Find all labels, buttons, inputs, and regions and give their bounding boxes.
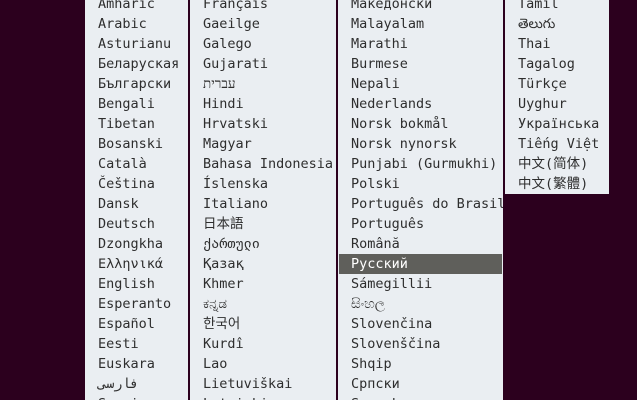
language-option[interactable]: Slovenščina: [338, 334, 503, 354]
language-option[interactable]: Suomi: [85, 394, 188, 400]
language-option[interactable]: فارسی: [85, 374, 188, 394]
language-option[interactable]: 中文(繁體): [505, 174, 609, 194]
language-option[interactable]: Български: [85, 74, 188, 94]
language-option[interactable]: Deutsch: [85, 214, 188, 234]
language-option[interactable]: Burmese: [338, 54, 503, 74]
language-option[interactable]: Galego: [190, 34, 336, 54]
language-option[interactable]: Қазақ: [190, 254, 336, 274]
language-option[interactable]: 日本語: [190, 214, 336, 234]
language-option[interactable]: עברית: [190, 74, 336, 94]
language-option[interactable]: Norsk bokmål: [338, 114, 503, 134]
language-option[interactable]: Bahasa Indonesia: [190, 154, 336, 174]
language-option[interactable]: Hindi: [190, 94, 336, 114]
language-option[interactable]: Magyar: [190, 134, 336, 154]
language-option[interactable]: Nederlands: [338, 94, 503, 114]
language-option[interactable]: Gaeilge: [190, 14, 336, 34]
language-option[interactable]: Português: [338, 214, 503, 234]
language-option[interactable]: Lietuviškai: [190, 374, 336, 394]
language-option[interactable]: Marathi: [338, 34, 503, 54]
language-option[interactable]: Arabic: [85, 14, 188, 34]
language-option[interactable]: Nepali: [338, 74, 503, 94]
language-option[interactable]: Türkçe: [505, 74, 609, 94]
language-option[interactable]: ಕನ್ನಡ: [190, 294, 336, 314]
language-list-2: Français Gaeilge Galego Gujarati עברית Hindi H…: [190, 0, 336, 400]
language-option[interactable]: Dzongkha: [85, 234, 188, 254]
language-option[interactable]: Lao: [190, 354, 336, 374]
language-option[interactable]: Français: [190, 0, 336, 14]
language-option[interactable]: Tibetan: [85, 114, 188, 134]
language-option[interactable]: Português do Brasil: [338, 194, 503, 214]
language-option[interactable]: English: [85, 274, 188, 294]
language-option[interactable]: Bengali: [85, 94, 188, 114]
language-column-3: Македонски Malayalam Marathi Burmese Nepali N…: [338, 0, 503, 400]
language-option[interactable]: සිංහල: [338, 294, 503, 314]
language-option[interactable]: Kurdî: [190, 334, 336, 354]
language-option[interactable]: Sámegillii: [338, 274, 503, 294]
language-list-4: Tamil తెలుగు Thai Tagalog Türkçe Uyghur Україн…: [505, 0, 609, 194]
language-selection-screen: Amharic Arabic Asturianu Беларуская Българск…: [0, 0, 637, 400]
language-option[interactable]: Punjabi (Gurmukhi): [338, 154, 503, 174]
language-option[interactable]: Íslenska: [190, 174, 336, 194]
language-option[interactable]: Ελληνικά: [85, 254, 188, 274]
language-option[interactable]: Dansk: [85, 194, 188, 214]
language-option[interactable]: 中文(简体): [505, 154, 609, 174]
language-option[interactable]: Euskara: [85, 354, 188, 374]
language-option[interactable]: Tamil: [505, 0, 609, 14]
language-option-selected[interactable]: Русский: [339, 254, 502, 274]
language-option[interactable]: Bosanski: [85, 134, 188, 154]
language-option[interactable]: 한국어: [190, 314, 336, 334]
language-column-2: Français Gaeilge Galego Gujarati עברית Hindi H…: [190, 0, 336, 400]
language-option[interactable]: Gujarati: [190, 54, 336, 74]
language-option[interactable]: Čeština: [85, 174, 188, 194]
language-option[interactable]: Italiano: [190, 194, 336, 214]
language-option[interactable]: Polski: [338, 174, 503, 194]
language-column-4: Tamil తెలుగు Thai Tagalog Türkçe Uyghur Україн…: [505, 0, 609, 194]
language-option[interactable]: Română: [338, 234, 503, 254]
language-option[interactable]: Беларуская: [85, 54, 188, 74]
language-option[interactable]: ქართული: [190, 234, 336, 254]
language-option[interactable]: Eesti: [85, 334, 188, 354]
language-column-1: Amharic Arabic Asturianu Беларуская Българск…: [85, 0, 188, 400]
language-option[interactable]: Asturianu: [85, 34, 188, 54]
language-option[interactable]: Shqip: [338, 354, 503, 374]
language-option[interactable]: Uyghur: [505, 94, 609, 114]
language-list-3: Македонски Malayalam Marathi Burmese Nepali N…: [338, 0, 503, 400]
language-option[interactable]: Amharic: [85, 0, 188, 14]
language-option[interactable]: Thai: [505, 34, 609, 54]
language-option[interactable]: Tiếng Việt: [505, 134, 609, 154]
language-option[interactable]: Македонски: [338, 0, 503, 14]
language-option[interactable]: తెలుగు: [505, 14, 609, 34]
language-option[interactable]: Latviski: [190, 394, 336, 400]
language-option[interactable]: Khmer: [190, 274, 336, 294]
language-option[interactable]: Malayalam: [338, 14, 503, 34]
language-option[interactable]: Català: [85, 154, 188, 174]
language-option[interactable]: Svenska: [338, 394, 503, 400]
language-option[interactable]: Español: [85, 314, 188, 334]
language-option[interactable]: Esperanto: [85, 294, 188, 314]
language-option[interactable]: Српски: [338, 374, 503, 394]
language-option[interactable]: Norsk nynorsk: [338, 134, 503, 154]
language-option[interactable]: Українська: [505, 114, 609, 134]
language-option[interactable]: Tagalog: [505, 54, 609, 74]
language-option[interactable]: Slovenčina: [338, 314, 503, 334]
language-option[interactable]: Hrvatski: [190, 114, 336, 134]
language-list-1: Amharic Arabic Asturianu Беларуская Българск…: [85, 0, 188, 400]
